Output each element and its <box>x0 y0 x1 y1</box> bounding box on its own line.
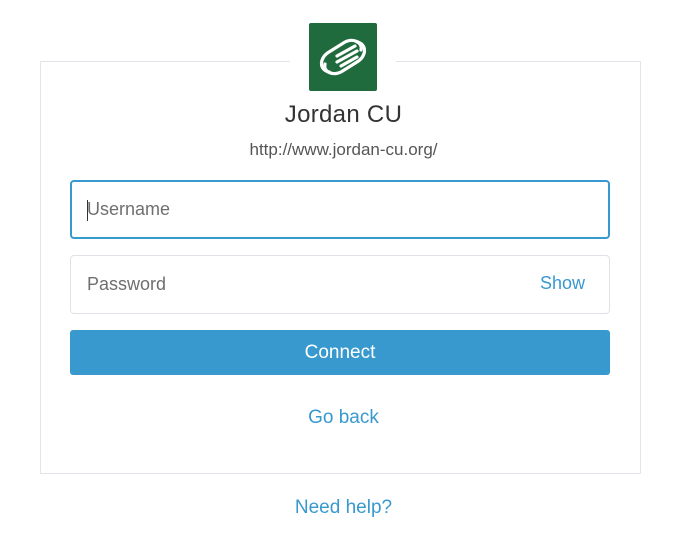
username-field[interactable] <box>70 180 610 239</box>
institution-url: http://www.jordan-cu.org/ <box>249 140 438 159</box>
linked-hands-icon <box>319 38 367 76</box>
institution-logo <box>309 23 377 91</box>
go-back-link[interactable]: Go back <box>0 407 687 429</box>
password-input[interactable] <box>71 256 609 313</box>
show-password-toggle[interactable]: Show <box>540 273 585 294</box>
institution-name: Jordan CU <box>284 101 403 128</box>
need-help-link[interactable]: Need help? <box>0 497 687 519</box>
text-caret <box>87 200 88 221</box>
logo-container <box>290 16 396 96</box>
username-input[interactable] <box>72 182 608 237</box>
connect-button[interactable]: Connect <box>70 330 610 375</box>
password-field[interactable]: Show <box>70 255 610 314</box>
login-page: Jordan CU http://www.jordan-cu.org/ Show… <box>0 0 687 545</box>
